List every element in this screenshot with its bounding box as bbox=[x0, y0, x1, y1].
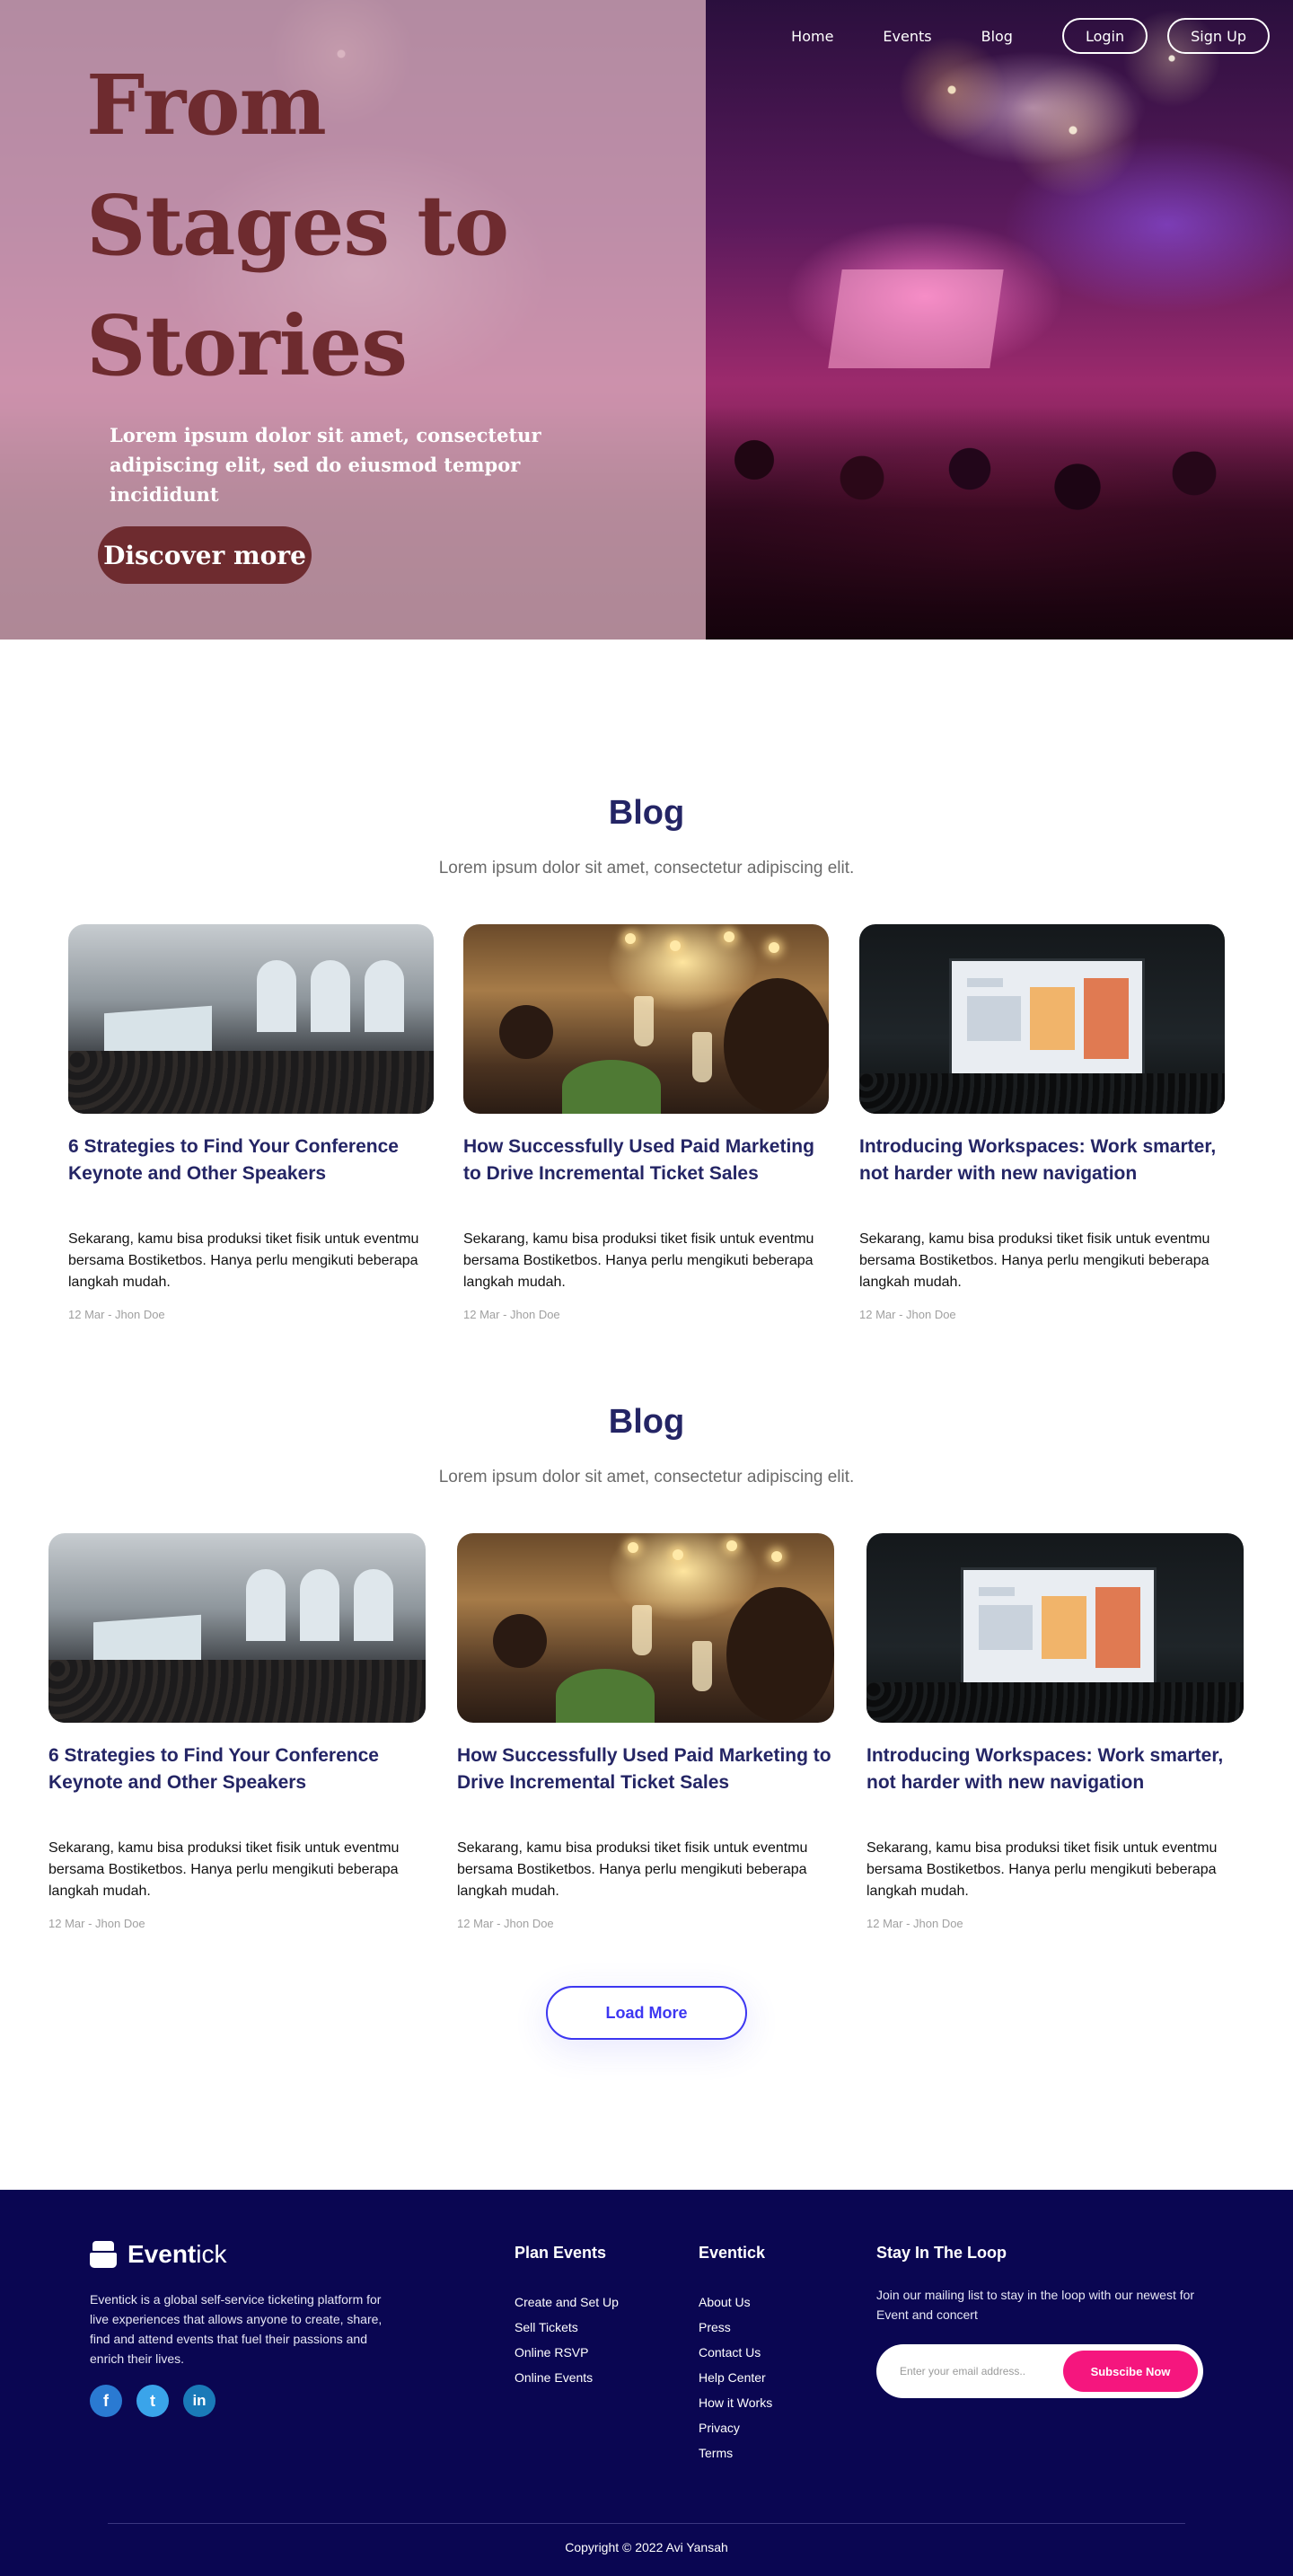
footer-link-online-rsvp[interactable]: Online RSVP bbox=[515, 2340, 619, 2365]
blog-card[interactable]: 6 Strategies to Find Your Conference Key… bbox=[68, 924, 434, 1321]
nav-link-blog[interactable]: Blog bbox=[981, 28, 1013, 45]
party-toast-image bbox=[457, 1533, 834, 1723]
footer-link-press[interactable]: Press bbox=[699, 2315, 772, 2340]
discover-more-button[interactable]: Discover more bbox=[98, 526, 312, 584]
blog-card-meta: 12 Mar - Jhon Doe bbox=[68, 1308, 165, 1321]
blog-card-title[interactable]: How Successfully Used Paid Marketing to … bbox=[457, 1742, 834, 1829]
eventick-logo[interactable]: Eventick bbox=[90, 2240, 226, 2269]
blog-section-subtitle: Lorem ipsum dolor sit amet, consectetur … bbox=[438, 859, 855, 878]
blog-card[interactable]: Introducing Workspaces: Work smarter, no… bbox=[859, 924, 1225, 1321]
linkedin-icon[interactable]: in bbox=[183, 2385, 216, 2417]
nav-link-home[interactable]: Home bbox=[791, 28, 833, 45]
hero-section: From Stages to Stories Lorem ipsum dolor… bbox=[0, 0, 1293, 640]
hero-subtitle: Lorem ipsum dolor sit amet, consectetur … bbox=[110, 424, 541, 506]
blog-card-meta: 12 Mar - Jhon Doe bbox=[859, 1308, 956, 1321]
blog-section-title: Blog bbox=[608, 794, 685, 832]
footer-plan-events-column: Plan Events Create and Set Up Sell Ticke… bbox=[515, 2244, 619, 2390]
party-toast-image bbox=[463, 924, 829, 1114]
social-links: f t in bbox=[90, 2385, 230, 2417]
footer-column-heading: Stay In The Loop bbox=[876, 2244, 1007, 2262]
copyright-text: Copyright © 2022 Avi Yansah bbox=[565, 2540, 728, 2554]
blog-card[interactable]: Introducing Workspaces: Work smarter, no… bbox=[866, 1533, 1244, 1930]
footer-column-heading: Plan Events bbox=[515, 2244, 607, 2262]
twitter-icon[interactable]: t bbox=[136, 2385, 169, 2417]
blog-section-subtitle: Lorem ipsum dolor sit amet, consectetur … bbox=[438, 1468, 855, 1486]
footer-link-privacy[interactable]: Privacy bbox=[699, 2415, 772, 2440]
blog-card-title[interactable]: 6 Strategies to Find Your Conference Key… bbox=[48, 1742, 426, 1829]
blog-card-excerpt: Sekarang, kamu bisa produksi tiket fisik… bbox=[457, 1840, 808, 1899]
blog-card[interactable]: How Successfully Used Paid Marketing to … bbox=[463, 924, 829, 1321]
blog-card-title[interactable]: How Successfully Used Paid Marketing to … bbox=[463, 1134, 829, 1220]
footer-newsletter-column: Stay In The Loop bbox=[876, 2244, 1007, 2289]
ticket-logo-icon bbox=[90, 2241, 117, 2268]
facebook-icon[interactable]: f bbox=[90, 2385, 122, 2417]
footer-about-text: Eventick is a global self-service ticket… bbox=[90, 2292, 383, 2366]
footer-link-help-center[interactable]: Help Center bbox=[699, 2365, 772, 2390]
blog-card-title[interactable]: Introducing Workspaces: Work smarter, no… bbox=[866, 1742, 1244, 1829]
footer-link-online-events[interactable]: Online Events bbox=[515, 2365, 619, 2390]
blog-card-meta: 12 Mar - Jhon Doe bbox=[457, 1917, 554, 1930]
footer-divider bbox=[108, 2523, 1185, 2524]
blog-card-meta: 12 Mar - Jhon Doe bbox=[463, 1308, 560, 1321]
footer-link-sell-tickets[interactable]: Sell Tickets bbox=[515, 2315, 619, 2340]
footer-link-how-it-works[interactable]: How it Works bbox=[699, 2390, 772, 2415]
email-input[interactable] bbox=[900, 2365, 1052, 2378]
signup-button[interactable]: Sign Up bbox=[1167, 18, 1270, 54]
blog-section-title: Blog bbox=[608, 1403, 685, 1441]
footer-column-heading: Eventick bbox=[699, 2244, 766, 2262]
blog-card-excerpt: Sekarang, kamu bisa produksi tiket fisik… bbox=[68, 1231, 419, 1290]
blog-card-title[interactable]: 6 Strategies to Find Your Conference Key… bbox=[68, 1134, 434, 1220]
subscribe-button[interactable]: Subscibe Now bbox=[1063, 2351, 1198, 2392]
nav-link-events[interactable]: Events bbox=[883, 28, 931, 45]
footer: Eventick Eventick is a global self-servi… bbox=[0, 2190, 1293, 2576]
blog-card-excerpt: Sekarang, kamu bisa produksi tiket fisik… bbox=[866, 1840, 1218, 1899]
conference-hall-image bbox=[48, 1533, 426, 1723]
blog-card-excerpt: Sekarang, kamu bisa produksi tiket fisik… bbox=[463, 1231, 814, 1290]
footer-link-about-us[interactable]: About Us bbox=[699, 2289, 772, 2315]
brand-name: Eventick bbox=[128, 2240, 227, 2268]
footer-link-terms[interactable]: Terms bbox=[699, 2440, 772, 2466]
top-nav: Home Events Blog Login Sign Up bbox=[791, 18, 1270, 54]
blog-card-meta: 12 Mar - Jhon Doe bbox=[48, 1917, 145, 1930]
blog-card[interactable]: 6 Strategies to Find Your Conference Key… bbox=[48, 1533, 426, 1930]
blog-card-title[interactable]: Introducing Workspaces: Work smarter, no… bbox=[859, 1134, 1225, 1220]
footer-link-create-setup[interactable]: Create and Set Up bbox=[515, 2289, 619, 2315]
blog-card-meta: 12 Mar - Jhon Doe bbox=[866, 1917, 963, 1930]
blog-card-excerpt: Sekarang, kamu bisa produksi tiket fisik… bbox=[859, 1231, 1210, 1290]
stage-presentation-image bbox=[866, 1533, 1244, 1723]
conference-hall-image bbox=[68, 924, 434, 1114]
load-more-button[interactable]: Load More bbox=[546, 1986, 747, 2040]
login-button[interactable]: Login bbox=[1061, 18, 1148, 54]
hero-title: From Stages to Stories bbox=[86, 57, 509, 394]
newsletter-form: Subscibe Now bbox=[876, 2344, 1203, 2398]
newsletter-text: Join our mailing list to stay in the loo… bbox=[876, 2288, 1195, 2322]
stage-presentation-image bbox=[859, 924, 1225, 1114]
footer-link-contact-us[interactable]: Contact Us bbox=[699, 2340, 772, 2365]
blog-card[interactable]: How Successfully Used Paid Marketing to … bbox=[457, 1533, 834, 1930]
footer-eventick-column: Eventick About Us Press Contact Us Help … bbox=[699, 2244, 772, 2466]
blog-card-excerpt: Sekarang, kamu bisa produksi tiket fisik… bbox=[48, 1840, 400, 1899]
